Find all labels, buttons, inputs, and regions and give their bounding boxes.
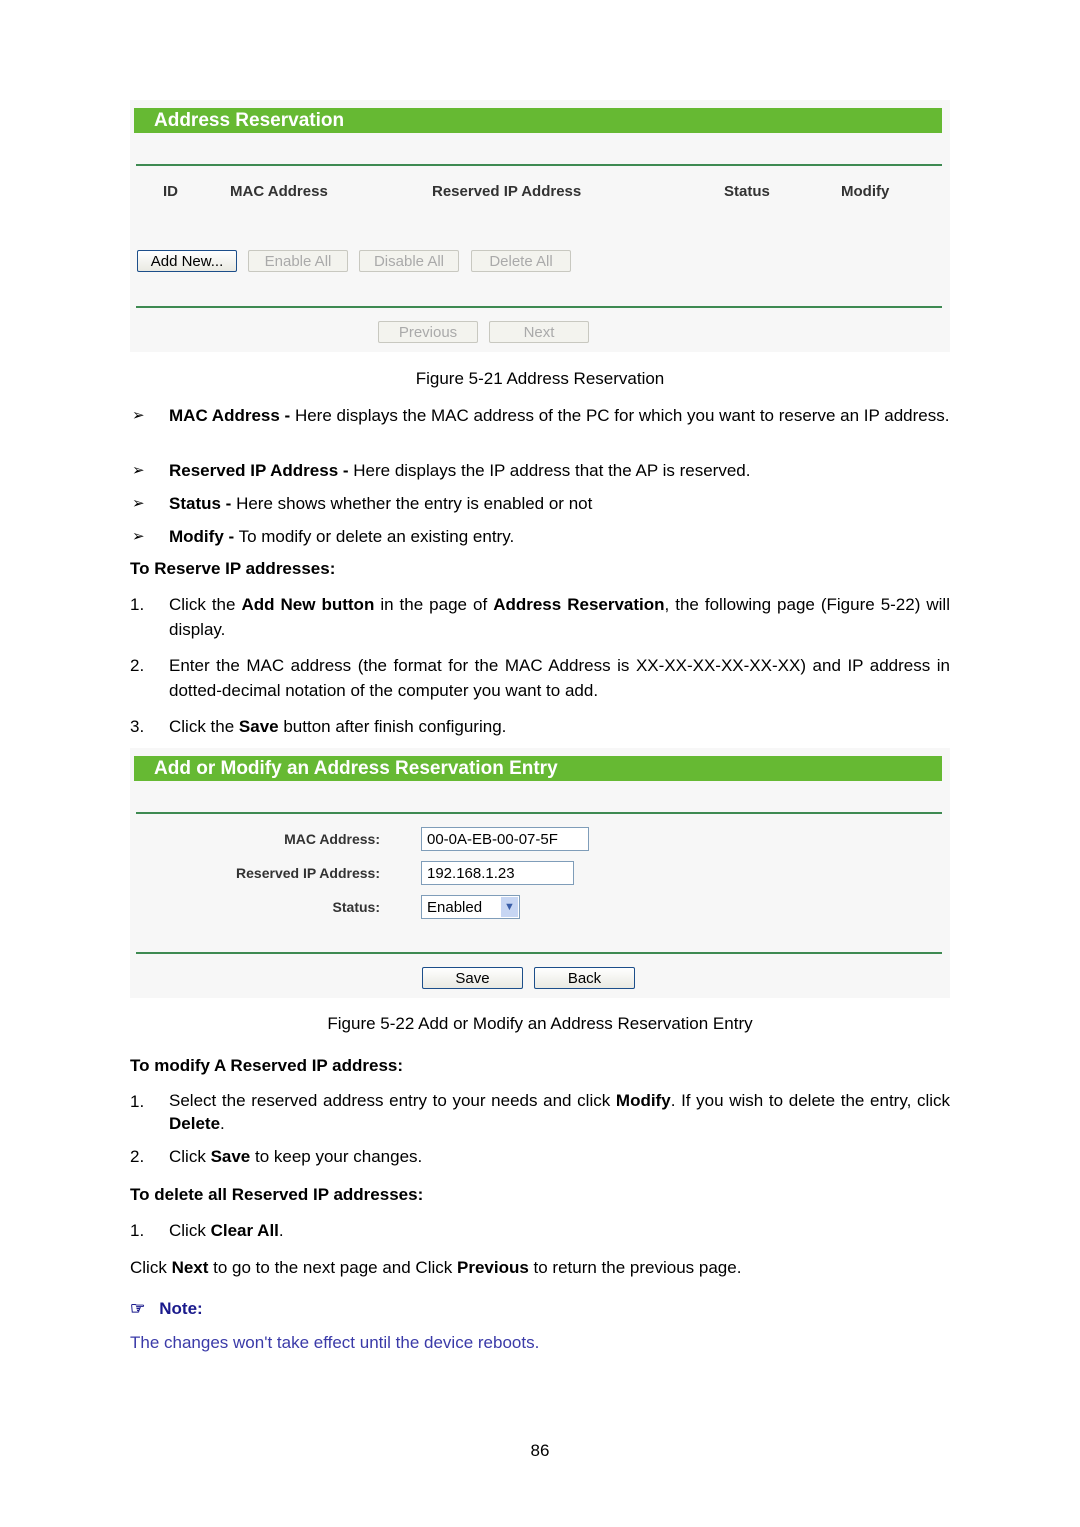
step-text: Enter the MAC address (the format for th… [169, 656, 950, 700]
ip-label: Reserved IP Address: [236, 865, 380, 881]
step-number: 2. [130, 656, 145, 675]
mac-label: MAC Address: [284, 831, 380, 847]
status-select[interactable]: Enabled ▼ [421, 895, 520, 919]
add-new-button[interactable]: Add New... [137, 250, 237, 272]
pointing-hand-icon: ☞ [130, 1299, 146, 1318]
step-number: 1. [130, 595, 145, 614]
next-button[interactable]: Next [489, 321, 589, 343]
address-reservation-figure: Address Reservation ID MAC Address Reser… [130, 100, 950, 352]
bullet-ip: Reserved IP Address - Here displays the … [169, 461, 751, 480]
status-value: Enabled [427, 899, 483, 916]
section-heading: To Reserve IP addresses: [130, 559, 336, 578]
step-text: Select the reserved address entry to you… [169, 1091, 951, 1133]
step-number: 3. [130, 717, 145, 736]
bullet-status: Status - Here shows whether the entry is… [169, 494, 593, 513]
step-text: Click the Add New button in the page of … [169, 595, 950, 639]
save-button[interactable]: Save [422, 967, 523, 989]
divider [136, 952, 942, 954]
figure-caption: Figure 5-22 Add or Modify an Address Res… [327, 1014, 753, 1033]
chevron-down-icon[interactable]: ▼ [501, 897, 518, 917]
paragraph: Click Next to go to the next page and Cl… [130, 1258, 742, 1277]
note-heading: ☞ Note: [130, 1299, 203, 1318]
step-number: 1. [130, 1092, 145, 1111]
status-label: Status: [332, 899, 380, 915]
col-id: ID [163, 183, 178, 200]
col-ip: Reserved IP Address [432, 183, 582, 200]
reserved-ip-input[interactable]: 192.168.1.23 [421, 861, 574, 885]
arrow-bullet-icon: ➢ [132, 495, 145, 512]
divider [136, 812, 942, 814]
disable-all-button[interactable]: Disable All [359, 250, 459, 272]
section-heading: To delete all Reserved IP addresses: [130, 1185, 424, 1204]
bullet-modify: Modify - To modify or delete an existing… [169, 527, 515, 546]
document-page: Address Reservation ID MAC Address Reser… [0, 0, 1080, 1527]
enable-all-button[interactable]: Enable All [248, 250, 348, 272]
arrow-bullet-icon: ➢ [132, 407, 145, 424]
step-text: Click the Save button after finish confi… [169, 717, 507, 736]
col-mac: MAC Address [230, 183, 328, 200]
mac-address-input[interactable]: 00-0A-EB-00-07-5F [421, 827, 589, 851]
arrow-bullet-icon: ➢ [132, 462, 145, 479]
back-button[interactable]: Back [534, 967, 635, 989]
col-modify: Modify [841, 183, 890, 200]
figure-title: Address Reservation [134, 108, 942, 133]
page-number: 86 [530, 1441, 550, 1460]
figure-caption: Figure 5-21 Address Reservation [415, 369, 665, 388]
delete-all-button[interactable]: Delete All [471, 250, 571, 272]
bullet-mac: MAC Address - Here displays the MAC addr… [169, 406, 950, 425]
add-modify-entry-figure: Add or Modify an Address Reservation Ent… [130, 748, 950, 998]
previous-button[interactable]: Previous [378, 321, 478, 343]
arrow-bullet-icon: ➢ [132, 528, 145, 545]
col-status: Status [724, 183, 770, 200]
note-text: The changes won't take effect until the … [130, 1333, 540, 1352]
step-text: Click Clear All. [169, 1221, 284, 1240]
step-text: Click Save to keep your changes. [169, 1147, 423, 1166]
section-heading: To modify A Reserved IP address: [130, 1056, 404, 1075]
divider [136, 164, 942, 166]
divider [136, 306, 942, 308]
step-number: 1. [130, 1221, 145, 1240]
figure-title: Add or Modify an Address Reservation Ent… [134, 756, 942, 781]
step-number: 2. [130, 1147, 145, 1166]
